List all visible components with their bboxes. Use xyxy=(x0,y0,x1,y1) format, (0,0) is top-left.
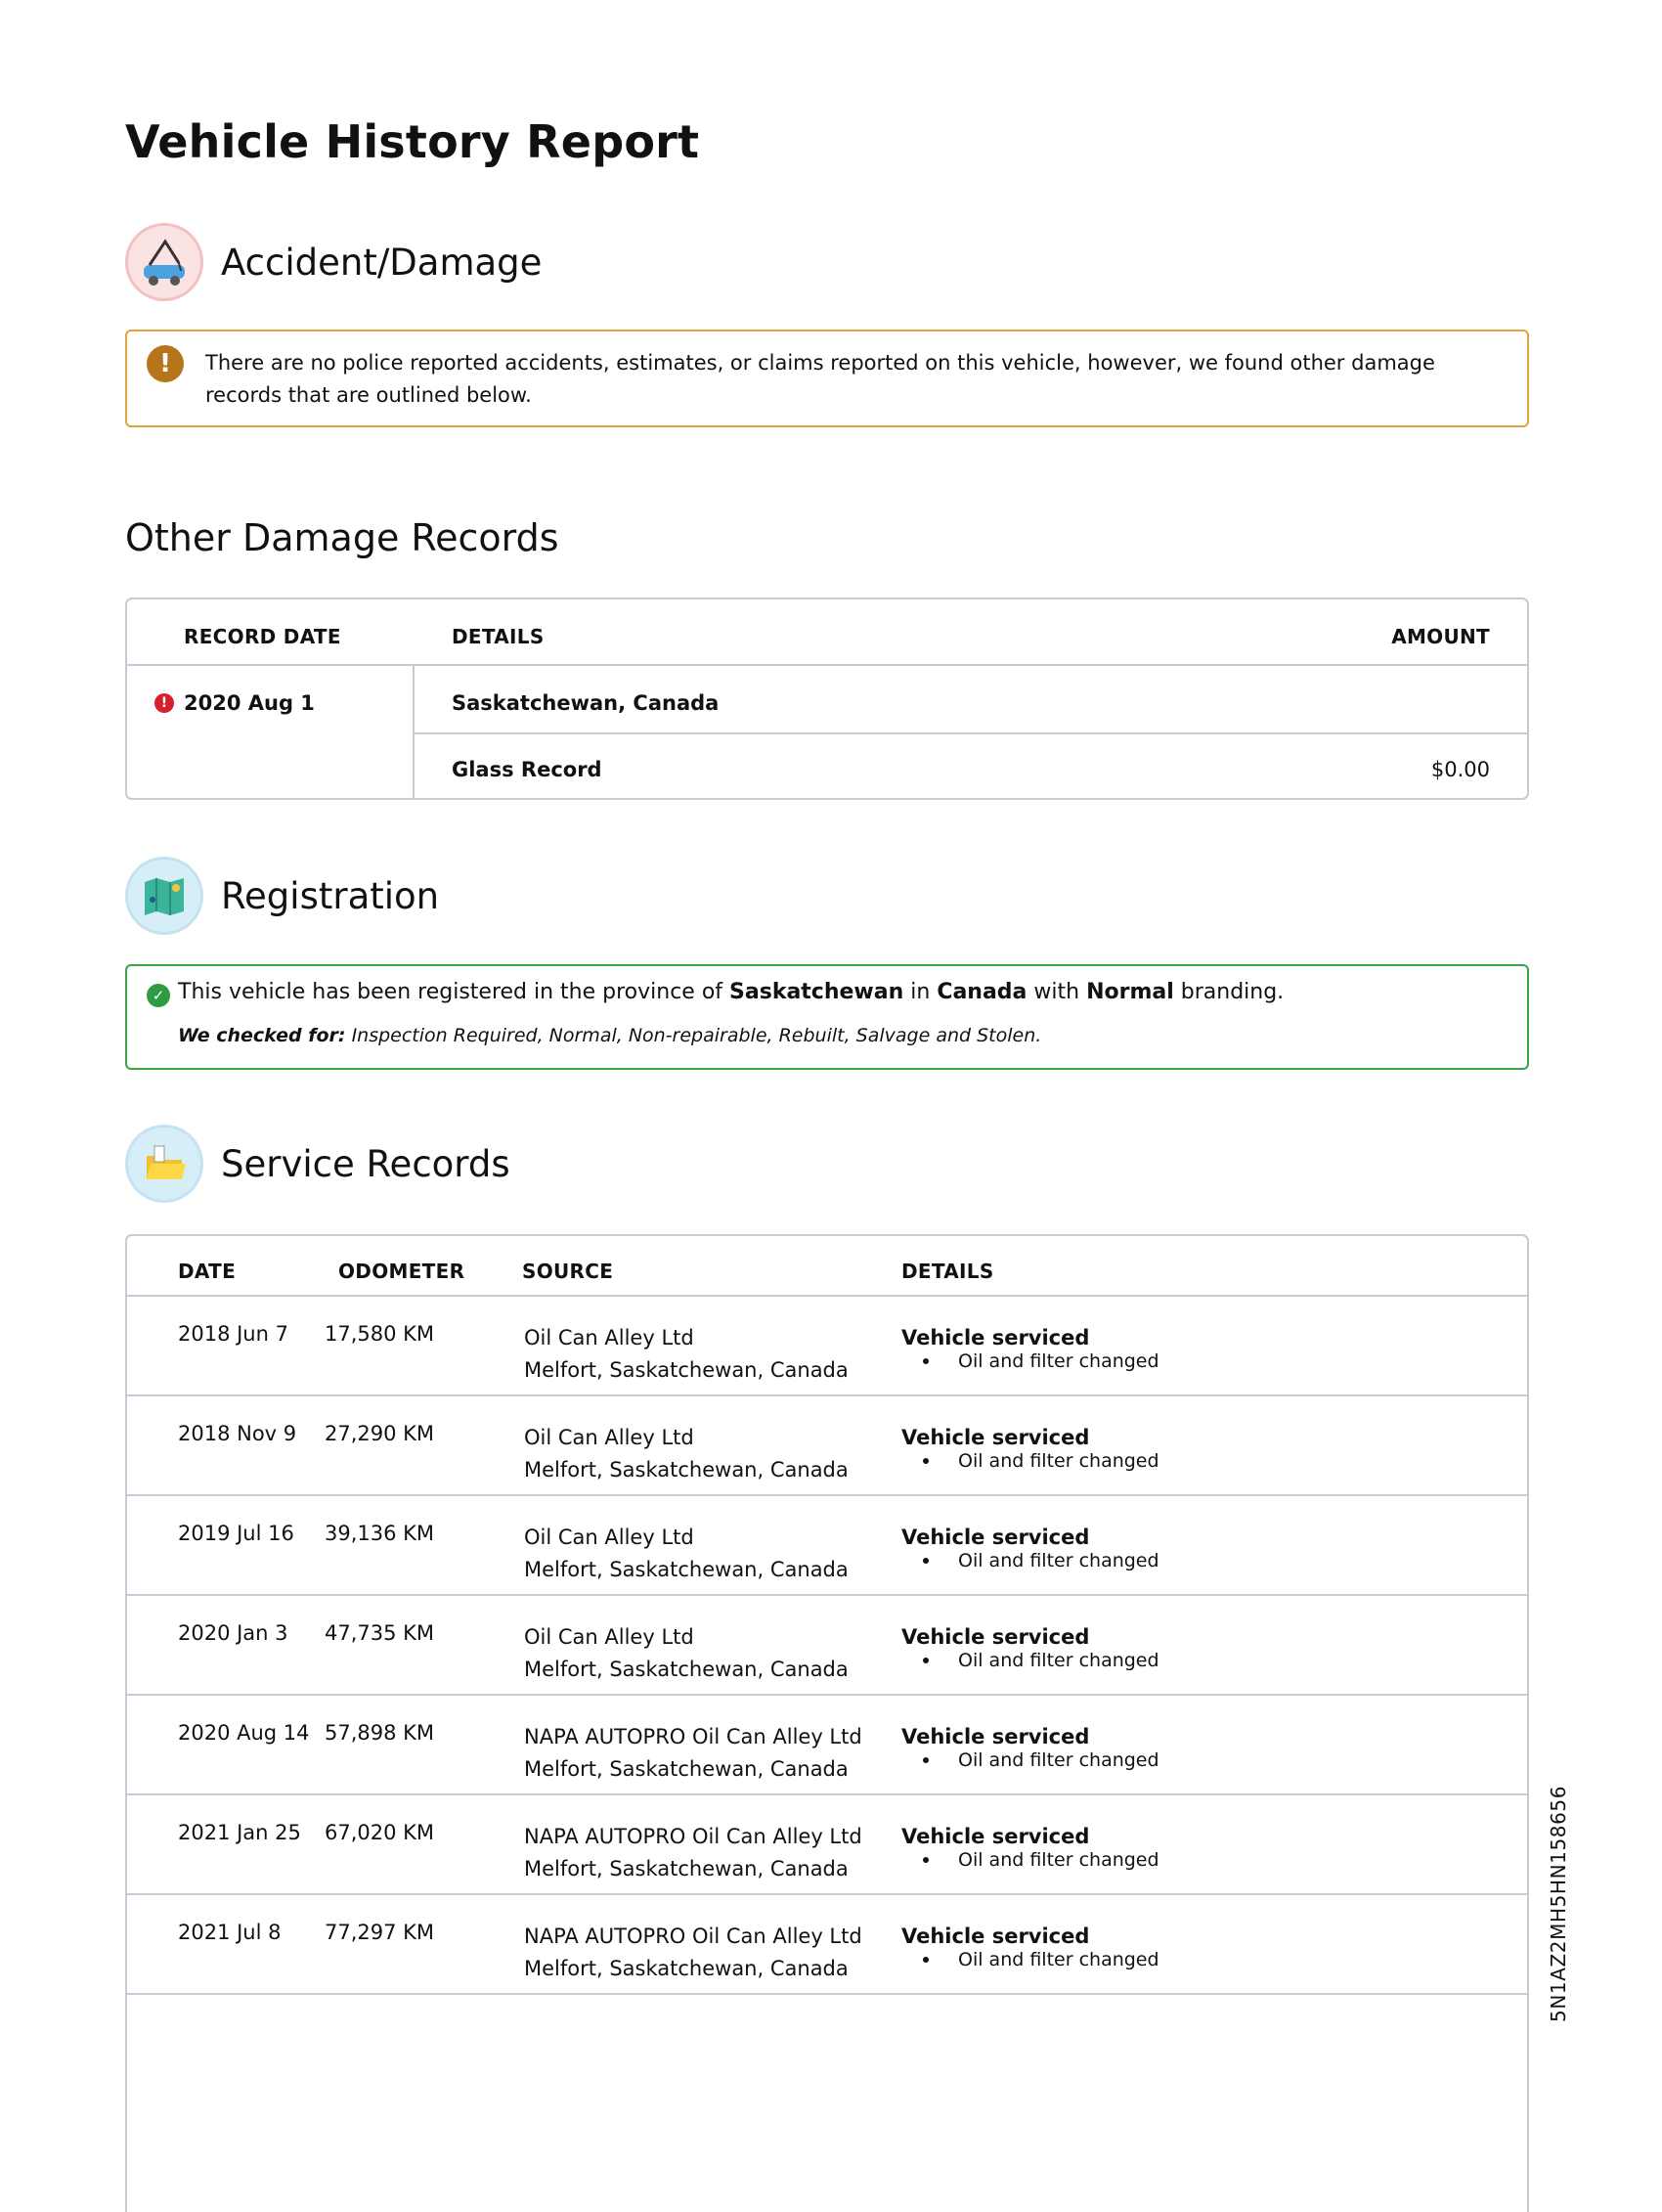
service-date: 2018 Jun 7 xyxy=(178,1322,288,1346)
other-damage-title: Other Damage Records xyxy=(125,516,559,559)
service-source-location: Melfort, Saskatchewan, Canada xyxy=(524,1957,849,1980)
service-date: 2021 Jul 8 xyxy=(178,1921,282,1944)
table-row: 2018 Jun 7 17,580 KM Oil Can Alley Ltd Me… xyxy=(127,1297,1527,1396)
service-source-name: NAPA AUTOPRO Oil Can Alley Ltd xyxy=(524,1924,862,1948)
service-odometer: 57,898 KM xyxy=(324,1721,435,1745)
table-row: 2020 Aug 14 57,898 KM NAPA AUTOPRO Oil C… xyxy=(127,1696,1527,1795)
service-details: Vehicle serviced Oil and filter changed xyxy=(901,1621,1159,1671)
service-details: Vehicle serviced Oil and filter changed xyxy=(901,1422,1159,1472)
registration-summary: This vehicle has been registered in the … xyxy=(178,980,1285,1004)
service-source-location: Melfort, Saskatchewan, Canada xyxy=(524,1757,849,1781)
table-row: 2020 Jan 3 47,735 KM Oil Can Alley Ltd Me… xyxy=(127,1596,1527,1696)
damage-warning-text: There are no police reported accidents, … xyxy=(205,351,1435,407)
damage-warning-alert: ! There are no police reported accidents… xyxy=(125,330,1529,427)
damage-record-type: Glass Record xyxy=(452,758,602,781)
accident-section-title: Accident/Damage xyxy=(221,241,543,284)
service-date: 2020 Jan 3 xyxy=(178,1621,288,1645)
damage-record-location: Saskatchewan, Canada xyxy=(452,691,720,715)
col-header-amount: AMOUNT xyxy=(1391,625,1490,648)
service-odometer: 47,735 KM xyxy=(324,1621,435,1645)
service-source: NAPA AUTOPRO Oil Can Alley Ltd Melfort, S… xyxy=(524,1921,862,1985)
divider xyxy=(127,1993,1527,1995)
service-source: NAPA AUTOPRO Oil Can Alley Ltd Melfort, S… xyxy=(524,1821,862,1885)
vin-margin-label: 5N1AZ2MH5HN158656 xyxy=(1547,1785,1570,2022)
bullet-icon xyxy=(923,1957,929,1963)
bullet-icon xyxy=(923,1857,929,1863)
registration-section-title: Registration xyxy=(221,874,440,917)
page-title: Vehicle History Report xyxy=(125,115,700,168)
divider xyxy=(127,664,1527,666)
other-damage-table: RECORD DATE DETAILS AMOUNT ! 2020 Aug 1 … xyxy=(125,597,1529,800)
bullet-icon xyxy=(923,1558,929,1564)
service-section-header: Service Records xyxy=(125,1125,510,1203)
bullet-icon xyxy=(923,1658,929,1663)
accident-section-header: Accident/Damage xyxy=(125,223,542,301)
tow-truck-icon xyxy=(125,223,203,301)
service-source: Oil Can Alley Ltd Melfort, Saskatchewan, … xyxy=(524,1422,849,1486)
registration-section-header: Registration xyxy=(125,857,439,935)
service-source-name: Oil Can Alley Ltd xyxy=(524,1326,694,1349)
service-source-name: Oil Can Alley Ltd xyxy=(524,1426,694,1449)
registration-country: Canada xyxy=(937,980,1028,1004)
service-section-title: Service Records xyxy=(221,1142,510,1185)
service-source: Oil Can Alley Ltd Melfort, Saskatchewan, … xyxy=(524,1322,849,1387)
service-source: NAPA AUTOPRO Oil Can Alley Ltd Melfort, S… xyxy=(524,1721,862,1786)
service-date: 2018 Nov 9 xyxy=(178,1422,297,1445)
service-odometer: 27,290 KM xyxy=(324,1422,435,1445)
service-source-location: Melfort, Saskatchewan, Canada xyxy=(524,1358,849,1382)
folder-icon xyxy=(125,1125,203,1203)
alert-dot-icon: ! xyxy=(154,693,174,713)
service-source-name: NAPA AUTOPRO Oil Can Alley Ltd xyxy=(524,1725,862,1748)
service-details: Vehicle serviced Oil and filter changed xyxy=(901,1821,1159,1871)
map-icon xyxy=(125,857,203,935)
table-row: 2021 Jul 8 77,297 KM NAPA AUTOPRO Oil Ca… xyxy=(127,1895,1527,1995)
col-header-odometer: ODOMETER xyxy=(338,1260,465,1283)
registration-province: Saskatchewan xyxy=(729,980,904,1004)
table-row: 2018 Nov 9 27,290 KM Oil Can Alley Ltd Me… xyxy=(127,1396,1527,1496)
bullet-icon xyxy=(923,1757,929,1763)
col-header-service-details: DETAILS xyxy=(901,1260,994,1283)
service-odometer: 39,136 KM xyxy=(324,1522,435,1545)
service-source: Oil Can Alley Ltd Melfort, Saskatchewan, … xyxy=(524,1522,849,1586)
checkmark-icon: ✓ xyxy=(147,984,170,1007)
service-details: Vehicle serviced Oil and filter changed xyxy=(901,1721,1159,1771)
service-source-location: Melfort, Saskatchewan, Canada xyxy=(524,1458,849,1482)
service-source-name: Oil Can Alley Ltd xyxy=(524,1625,694,1649)
service-source-location: Melfort, Saskatchewan, Canada xyxy=(524,1558,849,1581)
service-source-location: Melfort, Saskatchewan, Canada xyxy=(524,1658,849,1681)
table-row: 2021 Jan 25 67,020 KM NAPA AUTOPRO Oil C… xyxy=(127,1795,1527,1895)
col-header-date: DATE xyxy=(178,1260,237,1283)
col-header-source: SOURCE xyxy=(522,1260,614,1283)
registration-status-alert: ✓ This vehicle has been registered in th… xyxy=(125,964,1529,1070)
registration-branding: Normal xyxy=(1086,980,1174,1004)
exclamation-icon: ! xyxy=(147,345,184,382)
service-source-name: NAPA AUTOPRO Oil Can Alley Ltd xyxy=(524,1825,862,1848)
bullet-icon xyxy=(923,1458,929,1464)
damage-record-date: 2020 Aug 1 xyxy=(184,691,315,715)
table-row: 2019 Jul 16 39,136 KM Oil Can Alley Ltd M… xyxy=(127,1496,1527,1596)
divider xyxy=(413,732,1527,734)
service-odometer: 17,580 KM xyxy=(324,1322,435,1346)
service-details: Vehicle serviced Oil and filter changed xyxy=(901,1322,1159,1372)
col-header-details: DETAILS xyxy=(452,625,545,648)
service-odometer: 77,297 KM xyxy=(324,1921,435,1944)
service-records-table: DATE ODOMETER SOURCE DETAILS 2018 Jun 7 … xyxy=(125,1234,1529,2212)
col-header-record-date: RECORD DATE xyxy=(184,625,341,648)
service-odometer: 67,020 KM xyxy=(324,1821,435,1844)
damage-record-amount: $0.00 xyxy=(1430,758,1490,781)
service-source: Oil Can Alley Ltd Melfort, Saskatchewan, … xyxy=(524,1621,849,1686)
service-source-location: Melfort, Saskatchewan, Canada xyxy=(524,1857,849,1880)
registration-checked-for: We checked for: Inspection Required, Nor… xyxy=(178,1025,1042,1046)
service-details: Vehicle serviced Oil and filter changed xyxy=(901,1921,1159,1970)
service-source-name: Oil Can Alley Ltd xyxy=(524,1526,694,1549)
bullet-icon xyxy=(923,1358,929,1364)
service-details: Vehicle serviced Oil and filter changed xyxy=(901,1522,1159,1571)
service-date: 2019 Jul 16 xyxy=(178,1522,294,1545)
